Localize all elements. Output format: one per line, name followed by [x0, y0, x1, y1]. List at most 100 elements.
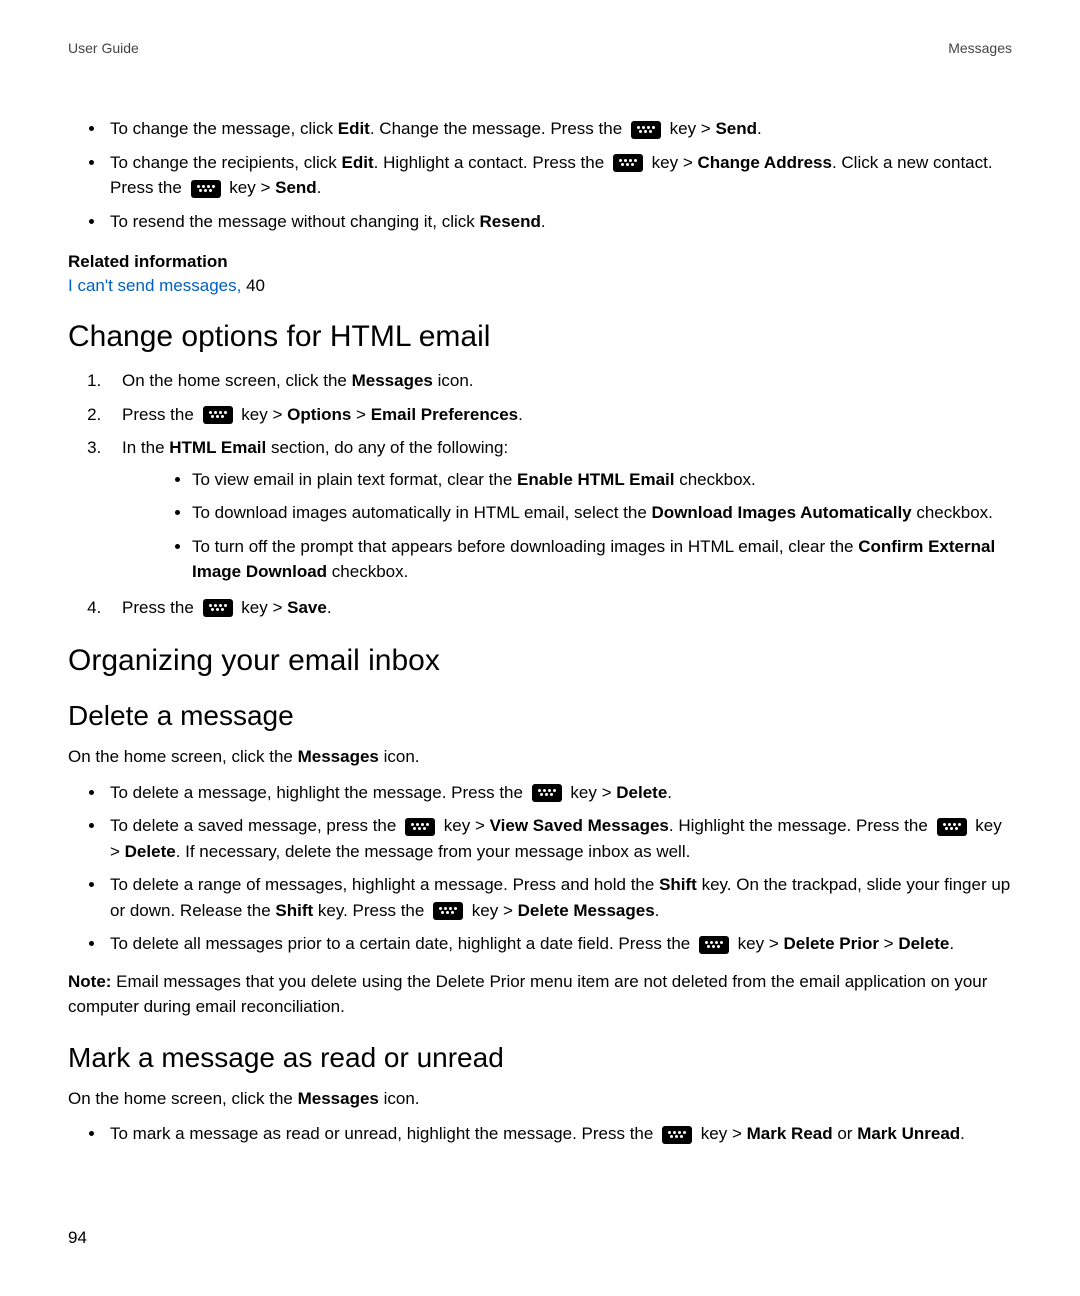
- text: To mark a message as read or unread, hig…: [110, 1124, 658, 1143]
- text: To change the message, click: [110, 119, 338, 138]
- step-4: Press the key > Save.: [106, 595, 1012, 621]
- text: .: [327, 598, 332, 617]
- bold-messages: Messages: [298, 747, 379, 766]
- related-page-number: 40: [241, 276, 265, 295]
- menu-key-icon: [631, 121, 661, 139]
- bold-messages: Messages: [298, 1089, 379, 1108]
- html-email-options: To view email in plain text format, clea…: [122, 467, 1012, 585]
- text: key >: [237, 598, 288, 617]
- step-3: In the HTML Email section, do any of the…: [106, 435, 1012, 585]
- text: key >: [237, 405, 288, 424]
- menu-key-icon: [937, 818, 967, 836]
- menu-key-icon: [405, 818, 435, 836]
- text: .: [667, 783, 672, 802]
- text: To delete a range of messages, highlight…: [110, 875, 659, 894]
- text: icon.: [379, 1089, 420, 1108]
- menu-key-icon: [203, 599, 233, 617]
- mark-open-messages: On the home screen, click the Messages i…: [68, 1086, 1012, 1112]
- delete-note: Note: Email messages that you delete usi…: [68, 969, 1012, 1020]
- header-left: User Guide: [68, 40, 139, 56]
- menu-key-icon: [699, 936, 729, 954]
- bold-note: Note:: [68, 972, 111, 991]
- html-email-steps: On the home screen, click the Messages i…: [68, 368, 1012, 620]
- heading-organizing-inbox: Organizing your email inbox: [68, 644, 1012, 678]
- step-2: Press the key > Options > Email Preferen…: [106, 402, 1012, 428]
- text: key >: [439, 816, 490, 835]
- bold-html-email: HTML Email: [169, 438, 266, 457]
- menu-key-icon: [532, 784, 562, 802]
- bold-edit: Edit: [338, 119, 370, 138]
- note-text: Email messages that you delete using the…: [68, 972, 987, 1017]
- bold-email-preferences: Email Preferences: [371, 405, 518, 424]
- text: To turn off the prompt that appears befo…: [192, 537, 858, 556]
- text: checkbox.: [912, 503, 993, 522]
- text: key >: [647, 153, 698, 172]
- text: .: [757, 119, 762, 138]
- text: icon.: [433, 371, 474, 390]
- menu-key-icon: [191, 180, 221, 198]
- bold-resend: Resend: [479, 212, 540, 231]
- text: >: [879, 934, 898, 953]
- text: . Highlight a contact. Press the: [374, 153, 609, 172]
- document-page: User Guide Messages To change the messag…: [0, 0, 1080, 1296]
- bullet-change-message: To change the message, click Edit. Chang…: [106, 116, 1012, 142]
- delete-saved: To delete a saved message, press the key…: [106, 813, 1012, 864]
- bold-mark-unread: Mark Unread: [857, 1124, 960, 1143]
- text: In the: [122, 438, 169, 457]
- bold-delete: Delete: [125, 842, 176, 861]
- text: On the home screen, click the: [68, 1089, 298, 1108]
- text: >: [351, 405, 370, 424]
- text: To delete a message, highlight the messa…: [110, 783, 528, 802]
- text: key >: [467, 901, 518, 920]
- text: .: [949, 934, 954, 953]
- top-bullet-list: To change the message, click Edit. Chang…: [68, 116, 1012, 234]
- text: . Highlight the message. Press the: [669, 816, 933, 835]
- text: key >: [225, 178, 276, 197]
- bold-enable-html: Enable HTML Email: [517, 470, 674, 489]
- text: . Change the message. Press the: [370, 119, 627, 138]
- bold-change-address: Change Address: [697, 153, 831, 172]
- bold-delete-prior: Delete Prior: [784, 934, 879, 953]
- delete-bullets: To delete a message, highlight the messa…: [68, 780, 1012, 957]
- text: On the home screen, click the: [68, 747, 298, 766]
- text: Press the: [122, 598, 199, 617]
- bold-save: Save: [287, 598, 327, 617]
- text: Press the: [122, 405, 199, 424]
- text: icon.: [379, 747, 420, 766]
- text: . If necessary, delete the message from …: [176, 842, 691, 861]
- text: checkbox.: [674, 470, 755, 489]
- text: .: [655, 901, 660, 920]
- heading-change-html-email: Change options for HTML email: [68, 320, 1012, 354]
- text: To delete a saved message, press the: [110, 816, 401, 835]
- menu-key-icon: [613, 154, 643, 172]
- text: To delete all messages prior to a certai…: [110, 934, 695, 953]
- text: or: [833, 1124, 858, 1143]
- delete-single: To delete a message, highlight the messa…: [106, 780, 1012, 806]
- text: key. Press the: [313, 901, 429, 920]
- text: key >: [665, 119, 716, 138]
- text: .: [960, 1124, 965, 1143]
- bullet-resend: To resend the message without changing i…: [106, 209, 1012, 235]
- text: To change the recipients, click: [110, 153, 342, 172]
- delete-open-messages: On the home screen, click the Messages i…: [68, 744, 1012, 770]
- bold-download-auto: Download Images Automatically: [652, 503, 912, 522]
- text: To download images automatically in HTML…: [192, 503, 652, 522]
- mark-read-unread: To mark a message as read or unread, hig…: [106, 1121, 1012, 1147]
- text: key >: [566, 783, 617, 802]
- text: To resend the message without changing i…: [110, 212, 479, 231]
- related-link-row: I can't send messages, 40: [68, 276, 1012, 296]
- text: .: [518, 405, 523, 424]
- bold-shift: Shift: [275, 901, 313, 920]
- bold-options: Options: [287, 405, 351, 424]
- header-right: Messages: [948, 40, 1012, 56]
- bold-edit: Edit: [342, 153, 374, 172]
- bold-mark-read: Mark Read: [747, 1124, 833, 1143]
- menu-key-icon: [662, 1126, 692, 1144]
- link-cant-send[interactable]: I can't send messages,: [68, 276, 241, 295]
- opt-download-auto: To download images automatically in HTML…: [192, 500, 1012, 526]
- delete-prior: To delete all messages prior to a certai…: [106, 931, 1012, 957]
- bold-shift: Shift: [659, 875, 697, 894]
- bold-send: Send: [715, 119, 757, 138]
- bold-delete: Delete: [898, 934, 949, 953]
- text: key >: [733, 934, 784, 953]
